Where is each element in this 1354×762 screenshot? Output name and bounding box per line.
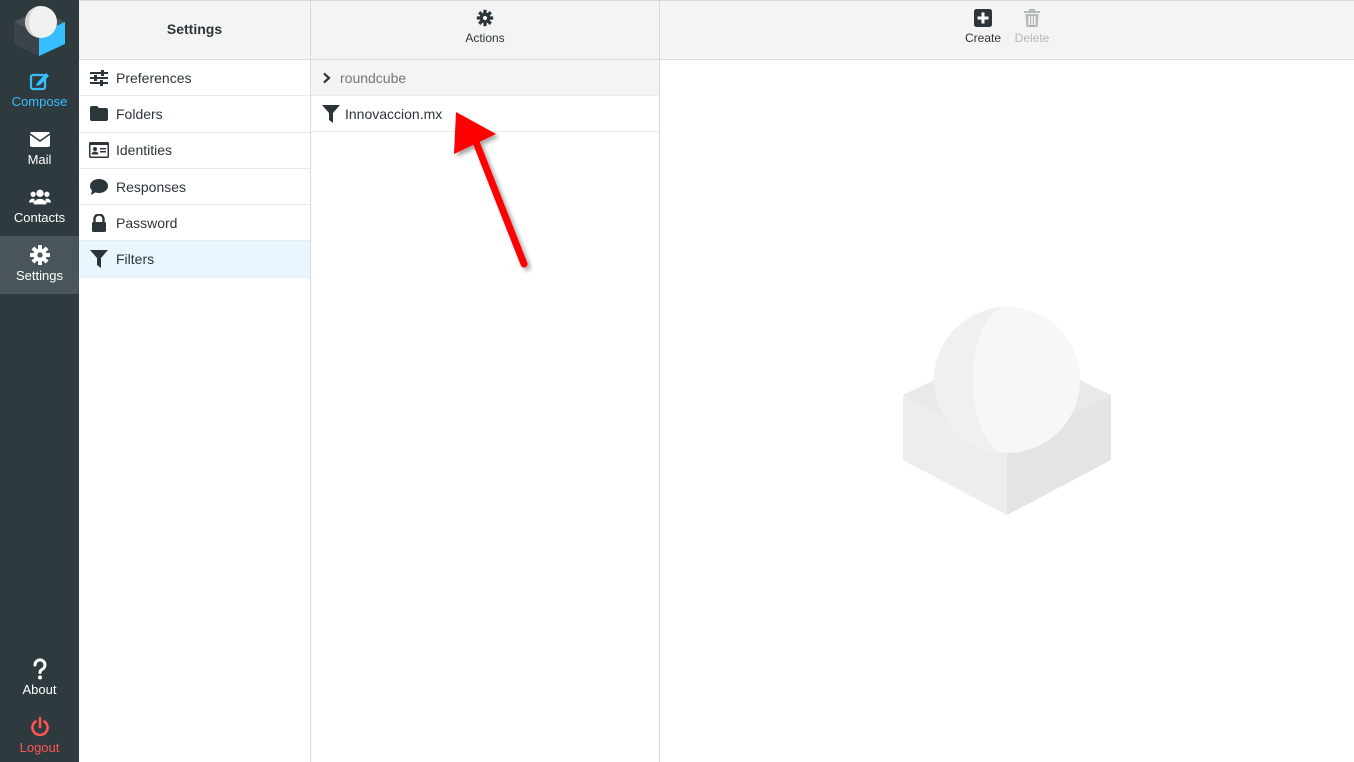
compose-icon [29,73,49,91]
settings-item-filters[interactable]: Filters [79,241,310,278]
settings-item-identities[interactable]: Identities [79,133,310,169]
actions-label: Actions [465,31,505,45]
settings-item-label: Folders [116,105,163,122]
filter-item[interactable]: Innovaccion.mx [311,96,659,132]
gear-icon [476,9,494,27]
task-menu: Compose Mail Contacts Settings About Log… [0,0,79,762]
content-panel: Create Delete [660,0,1354,762]
compose-button[interactable]: Compose [0,62,79,120]
about-button[interactable]: About [0,650,79,708]
compose-label: Compose [11,94,68,109]
envelope-icon [29,132,50,147]
folder-icon [89,104,109,124]
create-button[interactable]: Create [960,9,1006,45]
sliders-icon [89,68,109,88]
contacts-button[interactable]: Contacts [0,178,79,236]
trash-icon [1024,9,1040,27]
settings-button[interactable]: Settings [0,236,79,294]
settings-item-label: Responses [116,178,187,195]
users-icon [28,189,51,205]
create-label: Create [964,31,1002,45]
filter-icon [89,249,109,269]
settings-item-label: Filters [116,251,155,268]
settings-item-label: Preferences [116,69,192,86]
delete-label: Delete [1014,31,1050,45]
content-header: Create Delete [660,0,1354,60]
settings-title: Settings [166,21,223,37]
delete-button[interactable]: Delete [1009,9,1055,45]
question-icon [32,658,46,680]
filters-list-panel: Actions roundcube Innovaccion.mx [311,0,660,762]
filter-name: Innovaccion.mx [345,105,443,122]
gear-icon [29,245,50,265]
settings-item-label: Password [116,214,178,231]
settings-item-responses[interactable]: Responses [79,169,310,206]
logout-button[interactable]: Logout [0,708,79,762]
logout-label: Logout [19,740,60,755]
settings-item-label: Identities [116,142,173,159]
app: Compose Mail Contacts Settings About Log… [0,0,1354,762]
settings-header: Settings [79,0,310,60]
roundcube-watermark-icon [903,307,1111,515]
contacts-label: Contacts [13,210,66,225]
power-icon [30,716,49,737]
mail-label: Mail [27,152,52,167]
actions-button[interactable]: Actions [311,9,659,45]
filter-icon [321,104,341,124]
lock-icon [89,213,109,233]
roundcube-logo-icon[interactable] [12,4,67,56]
filters-header: Actions [311,0,659,60]
plus-square-icon [974,9,992,27]
filter-set-name: roundcube [340,69,407,86]
settings-item-preferences[interactable]: Preferences [79,60,310,97]
about-label: About [22,682,57,697]
comment-icon [89,177,109,197]
settings-item-password[interactable]: Password [79,205,310,242]
mail-button[interactable]: Mail [0,120,79,178]
settings-nav: Preferences Folders Identities Responses… [79,60,310,278]
settings-sidebar: Settings Preferences Folders Identities … [79,0,311,762]
id-card-icon [89,140,109,160]
settings-item-folders[interactable]: Folders [79,96,310,133]
chevron-right-icon [323,72,331,83]
filter-set-row[interactable]: roundcube [311,60,659,96]
settings-label: Settings [16,268,63,283]
